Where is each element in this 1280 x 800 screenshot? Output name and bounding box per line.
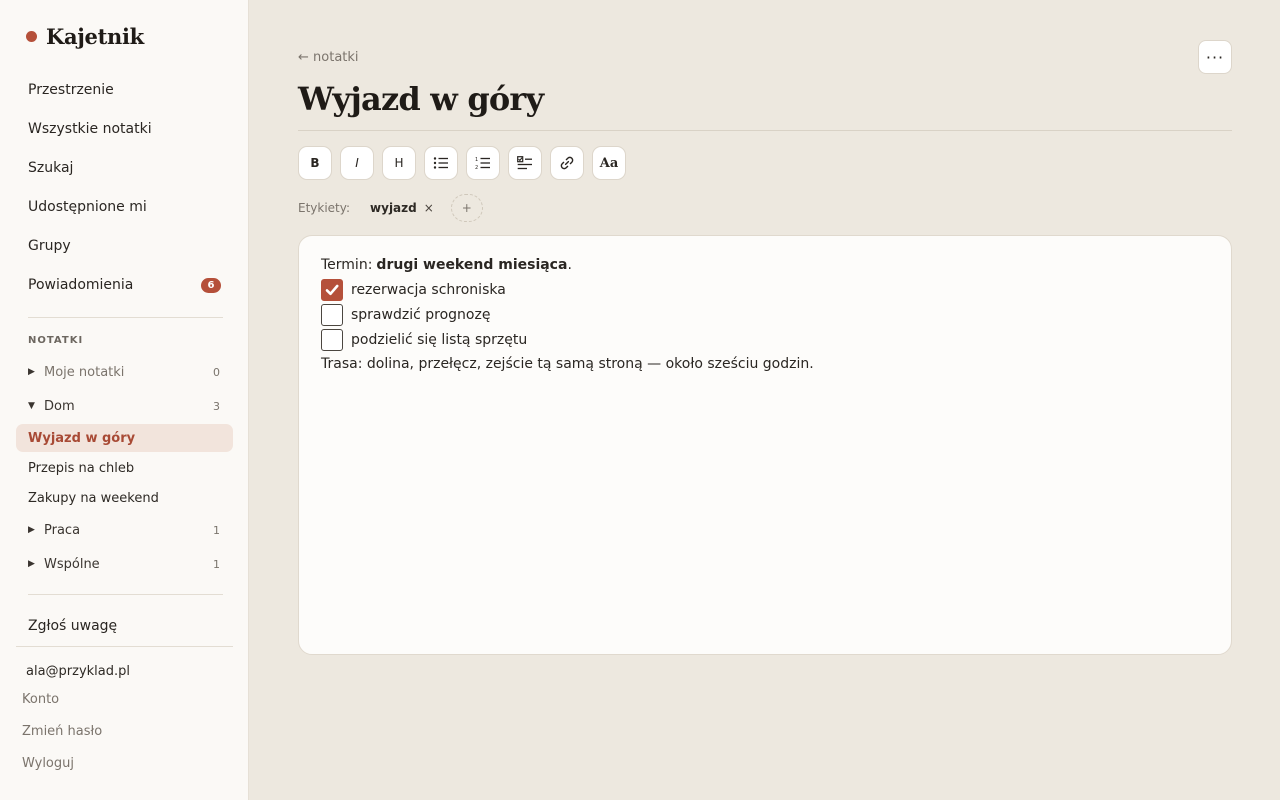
account-link[interactable]: Konto [22, 692, 59, 707]
more-horizontal-icon: ··· [1205, 47, 1225, 67]
sidebar: Kajetnik Przestrzenie Wszystkie notatki … [0, 0, 249, 800]
route-line: Trasa: dolina, przełęcz, zejście tą samą… [321, 356, 814, 372]
link-button[interactable] [550, 146, 584, 180]
app-name: Kajetnik [46, 23, 144, 49]
intro-suffix: . [567, 257, 572, 273]
nav-item-label: Grupy [28, 238, 71, 254]
caret-down-icon[interactable]: ▼ [28, 401, 44, 411]
checkbox-unchecked[interactable] [321, 328, 343, 351]
text-style-button[interactable]: Aa [592, 146, 626, 180]
nav-item-spaces[interactable]: Przestrzenie [28, 78, 221, 102]
nav-item-label: Przestrzenie [28, 82, 114, 98]
svg-text:2: 2 [475, 165, 478, 170]
intro-line: Termin: drugi weekend miesiąca . [321, 253, 1209, 277]
bold-button[interactable]: B [298, 146, 332, 180]
feedback-link[interactable]: Zgłoś uwagę [28, 618, 117, 634]
link-icon [560, 156, 574, 170]
bullet-list-icon [433, 157, 448, 169]
tag-label: wyjazd [370, 201, 417, 215]
user-email: ala@przyklad.pl [26, 664, 131, 679]
nav-item-groups[interactable]: Grupy [28, 234, 221, 258]
tree-item-my-notes[interactable]: ▶ Moje notatki 0 [28, 361, 221, 383]
tree-item-shared[interactable]: ▶ Wspólne 1 [28, 553, 221, 575]
checklist-button[interactable] [508, 146, 542, 180]
tree-item-label: Dom [44, 398, 75, 414]
note-item[interactable]: Zakupy na weekend [28, 489, 159, 509]
note-editor[interactable]: Termin: drugi weekend miesiąca . rezerwa… [298, 235, 1232, 655]
nav-item-label: Szukaj [28, 160, 74, 176]
nav-item-shared-with-me[interactable]: Udostępnione mi [28, 195, 221, 219]
section-title-notes: NOTATKI [28, 335, 84, 346]
tree-item-count: 1 [213, 523, 220, 537]
plus-icon: + [461, 201, 472, 215]
nav-item-label: Powiadomienia [28, 277, 134, 293]
numbered-list-button[interactable]: 1 2 [466, 146, 500, 180]
close-icon[interactable]: × [424, 201, 434, 215]
intro-prefix: Termin: [321, 257, 373, 273]
checklist-item: rezerwacja schroniska [321, 277, 1209, 302]
bold-icon: B [310, 156, 320, 170]
change-password-link[interactable]: Zmień hasło [22, 724, 102, 739]
nav-item-search[interactable]: Szukaj [28, 156, 221, 180]
brand-dot-icon [26, 30, 37, 42]
note-title[interactable]: Wyjazd w góry [298, 80, 544, 118]
note-item-label: Przepis na chleb [28, 461, 135, 476]
tags-row: Etykiety: wyjazd × + [298, 194, 483, 222]
note-item[interactable]: Przepis na chleb [28, 459, 134, 479]
checklist-item-text: sprawdzić prognozę [351, 306, 491, 323]
note-item-label: Zakupy na weekend [28, 491, 159, 506]
sidebar-divider [16, 646, 233, 647]
notifications-badge: 6 [201, 277, 221, 293]
tree-item-label: Moje notatki [44, 364, 125, 380]
formatting-toolbar: B I H 1 2 Aa [298, 146, 634, 180]
caret-right-icon[interactable]: ▶ [28, 559, 44, 569]
tree-item-count: 1 [213, 557, 220, 571]
tag-chip[interactable]: wyjazd × [362, 195, 442, 221]
checklist-item: podzielić się listą sprzętu [321, 327, 1209, 352]
more-options-button[interactable]: ··· [1198, 40, 1232, 74]
italic-icon: I [355, 156, 359, 170]
tree-item-home[interactable]: ▼ Dom 3 [28, 395, 221, 417]
nav-item-all-notes[interactable]: Wszystkie notatki [28, 117, 221, 141]
text-style-icon: Aa [599, 155, 619, 171]
checklist-item-text: rezerwacja schroniska [351, 281, 506, 298]
sidebar-divider [28, 594, 223, 595]
checklist-item-text: podzielić się listą sprzętu [351, 331, 528, 348]
tree-item-count: 3 [213, 399, 220, 413]
checkbox-checked[interactable] [321, 278, 343, 301]
note-item-label: Wyjazd w góry [28, 430, 136, 446]
caret-right-icon[interactable]: ▶ [28, 525, 44, 535]
italic-button[interactable]: I [340, 146, 374, 180]
tree-item-work[interactable]: ▶ Praca 1 [28, 519, 221, 541]
add-tag-button[interactable]: + [450, 194, 483, 222]
tree-item-label: Wspólne [44, 556, 100, 572]
tags-label: Etykiety: [298, 201, 351, 215]
nav-item-label: Wszystkie notatki [28, 121, 152, 137]
svg-text:1: 1 [475, 157, 478, 163]
nav-item-notifications[interactable]: Powiadomienia 6 [28, 273, 221, 297]
back-to-notes-link[interactable]: ← notatki [298, 50, 359, 65]
app-logo[interactable]: Kajetnik [26, 22, 144, 50]
logout-link[interactable]: Wyloguj [22, 756, 74, 771]
heading-button[interactable]: H [382, 146, 416, 180]
checklist-icon [517, 156, 532, 170]
checkbox-unchecked[interactable] [321, 303, 343, 326]
checklist-item: sprawdzić prognozę [321, 302, 1209, 327]
intro-bold: drugi weekend miesiąca [376, 257, 568, 273]
note-item-active[interactable]: Wyjazd w góry [16, 424, 233, 452]
bullet-list-button[interactable] [424, 146, 458, 180]
sidebar-divider [28, 317, 223, 318]
check-icon [325, 284, 339, 295]
heading-icon: H [394, 156, 404, 170]
tree-item-count: 0 [213, 365, 220, 379]
nav-item-label: Udostępnione mi [28, 199, 147, 215]
tree-item-label: Praca [44, 522, 81, 538]
caret-right-icon[interactable]: ▶ [28, 367, 44, 377]
title-divider [298, 130, 1232, 131]
numbered-list-icon: 1 2 [475, 157, 490, 170]
